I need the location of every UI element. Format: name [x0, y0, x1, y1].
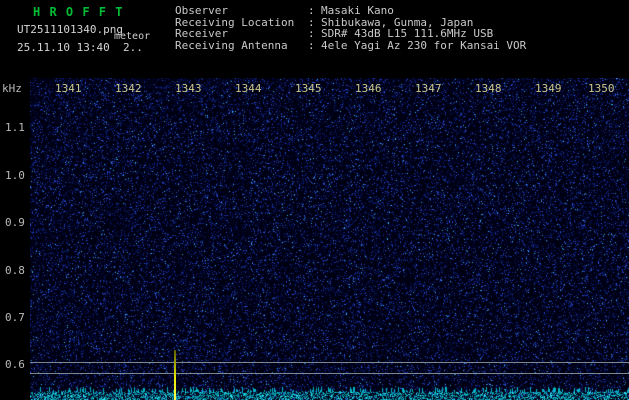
app-title: H R O F F T: [33, 5, 124, 19]
time-tick-label: 1349: [535, 82, 562, 95]
info-label: Observer: [175, 4, 228, 17]
station-info: Observer : Masaki Kano Receiving Locatio…: [175, 5, 526, 51]
time-tick-label: 1346: [355, 82, 382, 95]
time-tick-label: 1341: [55, 82, 82, 95]
time-tick-label: 1347: [415, 82, 442, 95]
hrofft-window: H R O F F T UT2511101340.png meteor 25.1…: [0, 0, 629, 400]
freq-tick-label: 0.8: [5, 264, 25, 277]
time-tick-label: 1345: [295, 82, 322, 95]
time-tick-label: 1350: [588, 82, 615, 95]
info-row-observer: Observer : Masaki Kano: [175, 5, 526, 17]
freq-tick-label: 0.6: [5, 358, 25, 371]
level-reference-line-upper: [30, 362, 629, 363]
info-label: Receiving Antenna: [175, 38, 288, 52]
frequency-unit-label: kHz: [2, 82, 22, 95]
time-tick-label: 1344: [235, 82, 262, 95]
info-colon: :: [308, 4, 315, 17]
freq-tick-label: 0.7: [5, 311, 25, 324]
info-value: Masaki Kano: [321, 4, 394, 17]
datetime-label: 25.11.10 13:40 2..: [17, 41, 143, 54]
level-reference-line-lower: [30, 373, 629, 374]
freq-tick-label: 1.1: [5, 121, 25, 134]
time-tick-label: 1343: [175, 82, 202, 95]
info-row-antenna: Receiving Antenna : 4ele Yagi Az 230 for…: [175, 40, 526, 52]
meteor-echo-marker: [174, 350, 176, 400]
freq-tick-label: 1.0: [5, 169, 25, 182]
time-tick-label: 1342: [115, 82, 142, 95]
spectrogram-canvas: [30, 78, 629, 400]
filename-label: UT2511101340.png: [17, 23, 123, 36]
info-colon: :: [308, 38, 315, 52]
freq-tick-label: 0.9: [5, 216, 25, 229]
time-tick-label: 1348: [475, 82, 502, 95]
info-value: 4ele Yagi Az 230 for Kansai VOR: [321, 38, 527, 52]
